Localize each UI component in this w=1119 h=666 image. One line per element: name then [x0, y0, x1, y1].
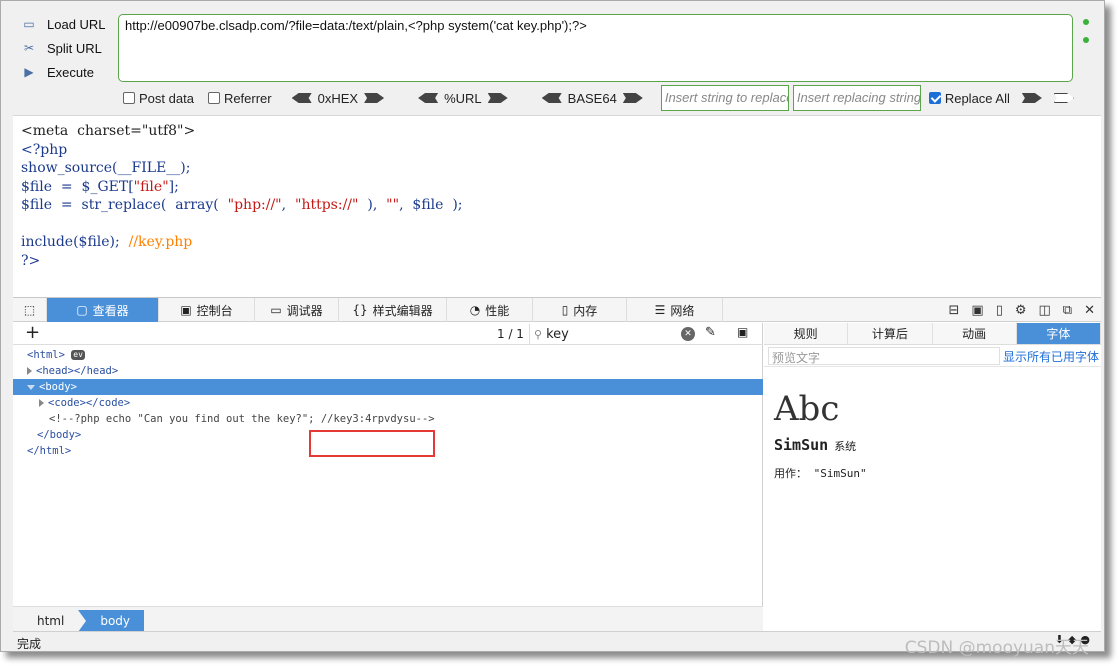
browser-window: ▭ Load URL ✂ Split URL ▶ Execute http://… [0, 0, 1105, 652]
hex-encoder[interactable]: 0xHEX [286, 91, 390, 106]
sidebar-tabs: 规则 计算后 动画 字体 [764, 323, 1101, 345]
watermark: CSDN @mooyuan天天 [904, 638, 1089, 658]
popout-icon[interactable]: ⧉ [1063, 303, 1072, 318]
source-line: <meta charset="utf8"> [21, 123, 196, 139]
arrow-left-icon[interactable] [541, 93, 562, 103]
gear-icon[interactable]: ⚙ [1015, 303, 1027, 318]
hackbar-options-row: Post data Referrer 0xHEX %URL BASE64 Ins… [123, 85, 1080, 111]
braces-icon: {} [352, 303, 368, 317]
hackbar: ▭ Load URL ✂ Split URL ▶ Execute http://… [13, 9, 1101, 115]
font-name-row: SimSun 系统 [774, 436, 856, 454]
network-icon: ☰ [654, 303, 666, 317]
markup-panel: + 1 / 1 ⚲ key ✕ ✎ ▣ <html> ev <head></he… [13, 323, 763, 632]
replacing-string-input[interactable]: Insert replacing string [792, 85, 921, 111]
tab-network[interactable]: ☰ 网络 [627, 298, 723, 322]
tab-animations[interactable]: 动画 [933, 323, 1017, 344]
tab-performance[interactable]: ◔ 性能 [447, 298, 533, 322]
clear-search-icon[interactable]: ✕ [681, 327, 695, 341]
status-text: 完成 [17, 637, 42, 651]
source-line: <?php [21, 141, 68, 158]
expand-icon[interactable] [39, 399, 44, 407]
markup-search-field[interactable]: ⚲ key ✕ [529, 324, 695, 344]
search-icon: ⚲ [534, 327, 543, 341]
pick-element-icon[interactable]: ⬚ [13, 298, 47, 322]
replace-next-icon[interactable] [1053, 93, 1074, 103]
search-match-count: 1 / 1 [497, 327, 524, 341]
tree-node-comment[interactable]: <!--?php echo "Can you find out the key?… [13, 411, 763, 427]
font-kind: 系统 [834, 440, 857, 453]
memory-icon: ▯ [561, 303, 569, 317]
load-url-icon: ▭ [23, 17, 35, 31]
expand-icon[interactable] [27, 367, 32, 375]
arrow-right-icon[interactable] [487, 93, 508, 103]
post-data-checkbox[interactable]: Post data [123, 91, 194, 106]
dock-icon[interactable]: ◫ [1039, 303, 1051, 318]
key-comment-text: //key3:4rpvdysu--> [320, 413, 435, 425]
event-badge[interactable]: ev [71, 350, 85, 360]
split-console-icon[interactable]: ▣ [971, 303, 983, 318]
play-icon: ▶ [24, 65, 34, 79]
font-name: SimSun [774, 436, 829, 454]
minus-dot-icon[interactable] [1083, 19, 1089, 25]
tab-inspector[interactable]: ▢ 查看器 [47, 298, 159, 322]
base64-encoder[interactable]: BASE64 [536, 91, 649, 106]
console-icon: ▣ [180, 303, 192, 317]
execute-button[interactable]: ▶ Execute [21, 61, 94, 83]
page-source-view: <meta charset="utf8"> <?php show_source(… [13, 115, 1101, 297]
scissors-icon: ✂ [23, 41, 35, 55]
search-input[interactable]: key [546, 327, 569, 342]
font-preview-row: 预览文字 显示所有已用字体 [764, 345, 1101, 367]
gauge-icon: ◔ [469, 303, 481, 317]
layout-icon[interactable]: ⊟ [948, 303, 959, 318]
preview-text-input[interactable]: 预览文字 [768, 347, 1000, 365]
tree-node-html[interactable]: <html> ev [13, 347, 763, 363]
devtools-toolbar: ⬚ ▢ 查看器 ▣ 控制台 ▭ 调试器 {} 样式编辑器 ◔ 性能 ▯ 内存 ☰ 网络 [13, 298, 1101, 322]
inspector-icon: ▢ [76, 303, 88, 317]
sidebar-panel: 规则 计算后 动画 字体 预览文字 显示所有已用字体 Abc SimSun 系统… [764, 323, 1101, 632]
split-url-button[interactable]: ✂ Split URL [21, 37, 102, 59]
url-encoder[interactable]: %URL [412, 91, 514, 106]
plus-dot-icon[interactable] [1083, 37, 1089, 43]
tree-node-head[interactable]: <head></head> [13, 363, 763, 379]
replace-go-icon[interactable] [1021, 93, 1042, 103]
tab-fonts[interactable]: 字体 [1016, 323, 1101, 344]
url-textarea[interactable]: http://e00907be.clsadp.com/?file=data:/t… [118, 14, 1073, 82]
markup-search-row: + 1 / 1 ⚲ key ✕ ✎ ▣ [13, 323, 763, 345]
font-preview-sample: Abc [774, 389, 840, 429]
close-icon[interactable]: ✕ [1084, 303, 1095, 318]
source-line: show_source(__FILE__); [21, 160, 191, 176]
tree-node-body[interactable]: <body> [13, 379, 763, 395]
tab-debugger[interactable]: ▭ 调试器 [255, 298, 339, 322]
breadcrumb-html[interactable]: html [13, 610, 78, 632]
debugger-icon: ▭ [270, 303, 282, 317]
sidebar-toggle-icon[interactable]: ▣ [737, 325, 748, 339]
tree-node-code[interactable]: <code></code> [13, 395, 763, 411]
highlight-box [309, 430, 435, 457]
tab-memory[interactable]: ▯ 内存 [533, 298, 627, 322]
devtools-window-controls: ⊟ ▣ ▯ ⚙ ◫ ⧉ ✕ [948, 298, 1095, 322]
tab-console[interactable]: ▣ 控制台 [159, 298, 255, 322]
arrow-left-icon[interactable] [291, 93, 312, 103]
referrer-checkbox[interactable]: Referrer [207, 91, 272, 106]
replace-all-checkbox[interactable]: Replace All [928, 91, 1010, 106]
arrow-right-icon[interactable] [622, 93, 643, 103]
replace-string-input[interactable]: Insert string to replace [660, 85, 789, 111]
breadcrumb: html body [13, 606, 763, 632]
collapse-icon[interactable] [27, 384, 35, 390]
responsive-icon[interactable]: ▯ [996, 303, 1003, 318]
breadcrumb-body[interactable]: body [78, 610, 145, 632]
arrow-left-icon[interactable] [418, 93, 439, 103]
tab-computed[interactable]: 计算后 [848, 323, 933, 344]
tab-rules[interactable]: 规则 [764, 323, 849, 344]
tab-style-editor[interactable]: {} 样式编辑器 [339, 298, 447, 322]
load-url-button[interactable]: ▭ Load URL [21, 13, 105, 35]
show-all-fonts-link[interactable]: 显示所有已用字体 [1003, 348, 1099, 365]
devtools-panel: ⬚ ▢ 查看器 ▣ 控制台 ▭ 调试器 {} 样式编辑器 ◔ 性能 ▯ 内存 ☰ 网络 [13, 297, 1101, 632]
eyedropper-icon[interactable]: ✎ [705, 325, 716, 340]
font-usage: 用作： "SimSun" [774, 467, 867, 480]
add-node-icon[interactable]: + [25, 323, 40, 343]
arrow-right-icon[interactable] [364, 93, 385, 103]
